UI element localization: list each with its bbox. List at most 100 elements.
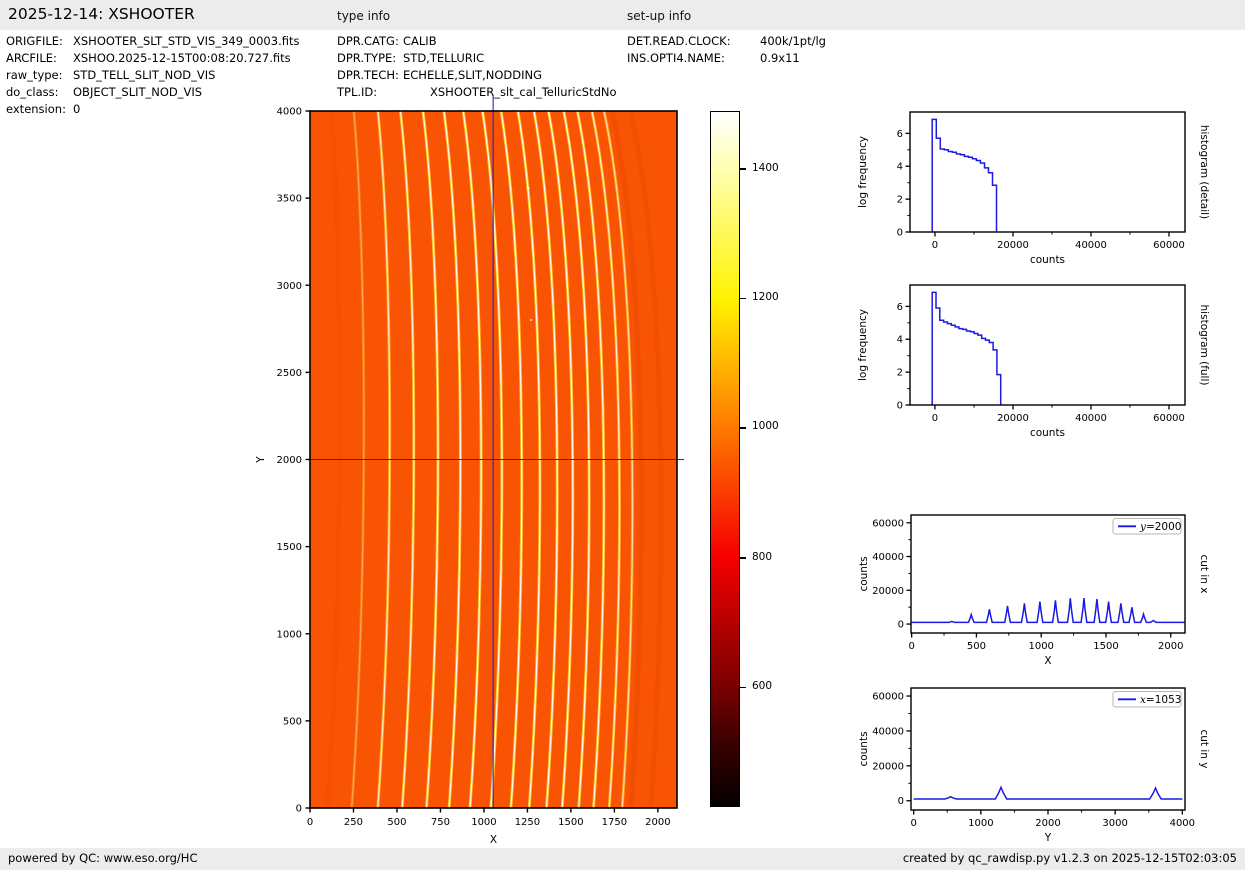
data-series-line (931, 118, 998, 232)
y-axis-label: counts (858, 556, 870, 591)
type-info-heading: type info (337, 9, 391, 23)
y-ticks: 0 20000 40000 60000 counts (858, 692, 911, 807)
page-title: 2025-12-14: XSHOOTER (8, 5, 195, 23)
x-axis-label: X (1044, 655, 1051, 667)
svg-text:4: 4 (897, 335, 903, 346)
meta-row: raw_type: STD_TELL_SLIT_NOD_VIS (6, 67, 299, 84)
footer-band: powered by QC: www.eso.org/HC created by… (0, 848, 1245, 870)
meta-label: TPL.ID: (337, 85, 378, 99)
x-axis-label: X (490, 834, 497, 846)
svg-text:2: 2 (897, 368, 903, 379)
svg-text:2000: 2000 (1158, 641, 1183, 652)
right-side-label: histogram (full) (1198, 305, 1210, 386)
footer-powered-by: powered by QC: www.eso.org/HC (8, 851, 198, 865)
colorbar-tick (740, 297, 746, 300)
svg-text:0: 0 (296, 804, 302, 815)
svg-text:1750: 1750 (602, 817, 627, 828)
svg-text:60000: 60000 (872, 692, 904, 703)
x-ticks: 0 20000 40000 60000 counts (932, 405, 1185, 439)
meta-label: do_class: (6, 85, 59, 99)
y-axis-label: counts (858, 731, 870, 766)
meta-value: OBJECT_SLIT_NOD_VIS (73, 85, 203, 99)
svg-text:1000: 1000 (1028, 641, 1053, 652)
meta-label: ARCFILE: (6, 51, 57, 65)
svg-text:4: 4 (897, 162, 903, 173)
svg-text:3500: 3500 (277, 194, 302, 205)
x-axis-label: counts (1030, 427, 1065, 439)
svg-text:2000: 2000 (277, 455, 302, 466)
svg-text:500: 500 (283, 716, 302, 727)
colorbar-tick-label: 1000 (752, 420, 779, 433)
meta-label: DPR.CATG: (337, 34, 399, 48)
svg-text:500: 500 (387, 817, 406, 828)
svg-text:1500: 1500 (277, 542, 302, 553)
svg-text:20000: 20000 (872, 761, 904, 772)
x-axis-label: counts (1030, 254, 1065, 266)
svg-text:1000: 1000 (277, 629, 302, 640)
header-band: 2025-12-14: XSHOOTER type info set-up in… (0, 0, 1245, 30)
meta-row: ORIGFILE: XSHOOTER_SLT_STD_VIS_349_0003.f… (6, 33, 299, 50)
meta-row: DET.READ.CLOCK: 400k/1pt/lg (627, 33, 826, 50)
colorbar-gradient (710, 111, 740, 807)
colorbar-tick (740, 426, 746, 429)
x-ticks: 0 500 1000 1500 2000 X (908, 633, 1183, 667)
svg-text:40000: 40000 (1075, 240, 1107, 251)
meta-label: DET.READ.CLOCK: (627, 34, 731, 48)
svg-text:6: 6 (897, 129, 903, 140)
svg-text:2000: 2000 (1035, 818, 1060, 829)
x-ticks: 0 20000 40000 60000 counts (932, 232, 1185, 266)
svg-text:6: 6 (897, 302, 903, 313)
svg-text:1250: 1250 (515, 817, 540, 828)
y-ticks: 0 2 4 6 log frequency (857, 302, 910, 412)
meta-value: STD,TELLURIC (403, 51, 485, 65)
svg-text:3000: 3000 (277, 281, 302, 292)
meta-row: INS.OPTI4.NAME: 0.9x11 (627, 50, 826, 67)
data-series-line (913, 785, 1183, 800)
meta-value: STD_TELL_SLIT_NOD_VIS (73, 68, 216, 82)
colorbar-tick-label: 1400 (752, 161, 779, 174)
x-axis-label: Y (1044, 832, 1052, 844)
svg-text:3000: 3000 (1102, 818, 1127, 829)
y-ticks: 0 20000 40000 60000 counts (858, 518, 911, 631)
y-axis-label: log frequency (857, 309, 869, 381)
raw-frame-image-plot: 0 250 500 750 1000 1250 1500 1750 2000 X 0 500 1000 1… (255, 96, 684, 846)
meta-row: DPR.CATG: CALIB (337, 33, 617, 50)
svg-text:0: 0 (897, 228, 903, 239)
meta-label: INS.OPTI4.NAME: (627, 51, 725, 65)
meta-row: TPL.ID: XSHOOTER_slt_cal_TelluricStdNo (337, 84, 617, 101)
hot-pixel (526, 186, 530, 190)
meta-label: extension: (6, 102, 66, 116)
svg-text:0: 0 (898, 620, 904, 631)
meta-label: ORIGFILE: (6, 34, 63, 48)
legend: y=2000 (1112, 518, 1182, 535)
svg-text:0: 0 (908, 641, 914, 652)
x-ticks: 0 1000 2000 3000 4000 Y (910, 810, 1195, 844)
meta-label: DPR.TECH: (337, 68, 399, 82)
svg-text:40000: 40000 (872, 552, 904, 563)
meta-label: raw_type: (6, 68, 63, 82)
x-ticks: 0 250 500 750 1000 1250 1500 1750 2000 X (307, 808, 671, 846)
svg-text:2000: 2000 (645, 817, 670, 828)
svg-text:0: 0 (898, 796, 904, 807)
meta-row: extension: 0 (6, 101, 299, 118)
cut-in-y-plot: 0 1000 2000 3000 4000 Y 0 20000 40000 60000 counts… (858, 687, 1210, 844)
histogram-detail-plot: 0 20000 40000 60000 counts 0 2 4 6 log frequency h… (857, 111, 1210, 266)
y-ticks: 0 500 1000 1500 2000 2500 3000 3500 4000 Y (255, 107, 310, 815)
svg-text:60000: 60000 (872, 518, 904, 529)
svg-text:40000: 40000 (872, 726, 904, 737)
y-axis-label: Y (255, 456, 267, 464)
meta-value: 0.9x11 (760, 51, 800, 65)
data-series-line (931, 291, 1002, 405)
meta-label: DPR.TYPE: (337, 51, 397, 65)
setup-info-block: DET.READ.CLOCK: 400k/1pt/lg INS.OPTI4.NAME… (627, 33, 826, 67)
right-side-label: histogram (detail) (1198, 125, 1210, 219)
svg-text:20000: 20000 (997, 240, 1029, 251)
meta-value: XSHOO.2025-12-15T00:08:20.727.fits (73, 51, 291, 65)
svg-text:0: 0 (910, 818, 916, 829)
svg-text:750: 750 (431, 817, 450, 828)
cut-in-x-plot: 0 500 1000 1500 2000 X 0 20000 40000 60000 counts c… (858, 514, 1210, 667)
colorbar-tick (740, 557, 746, 559)
svg-text:500: 500 (967, 641, 986, 652)
svg-text:20000: 20000 (997, 413, 1029, 424)
svg-text:0: 0 (897, 401, 903, 412)
